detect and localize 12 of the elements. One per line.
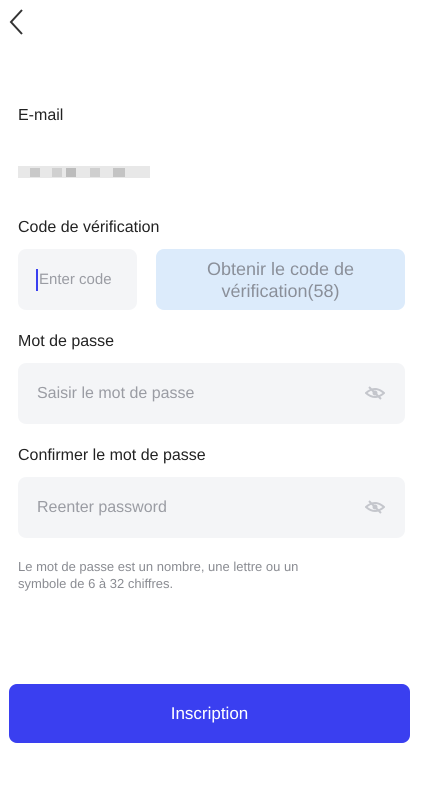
field-label: Mot de passe xyxy=(18,332,116,352)
password-field[interactable]: Reenter password xyxy=(18,477,405,538)
signup-button[interactable]: Inscription xyxy=(9,684,410,743)
field-label: E-mail xyxy=(18,106,64,126)
password-field[interactable]: Saisir le mot de passe xyxy=(18,363,405,424)
eye-slash-icon[interactable] xyxy=(365,499,385,515)
field-label: Confirmer le mot de passe xyxy=(18,446,207,466)
hint-text: Le mot de passe est un nombre, une lettre ou un symbole de 6 à 32 chiffres. xyxy=(18,558,300,592)
code-field[interactable]: Enter code xyxy=(18,249,137,310)
eye-slash-icon[interactable] xyxy=(365,385,385,401)
field-label: Code de vérification xyxy=(18,218,160,238)
back-icon[interactable] xyxy=(8,8,24,36)
